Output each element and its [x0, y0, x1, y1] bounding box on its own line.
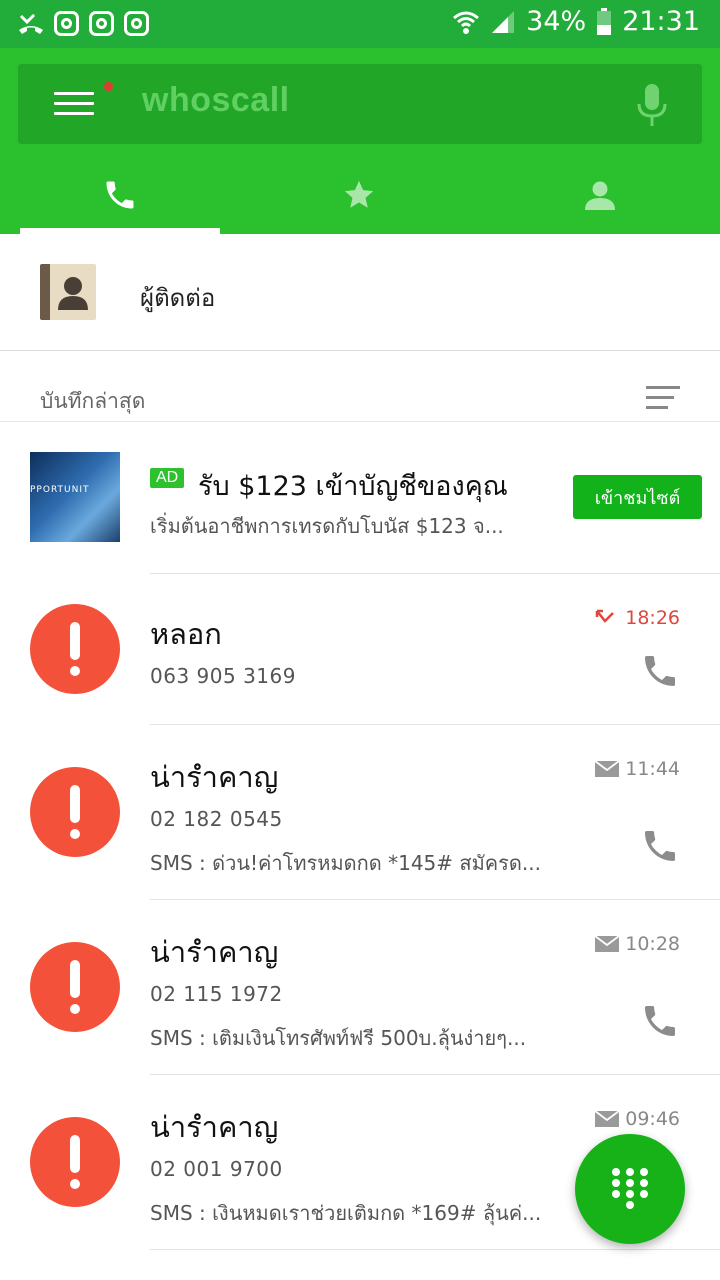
dialpad-icon: [612, 1168, 648, 1210]
warning-avatar: [30, 767, 120, 857]
contacts-entry[interactable]: ผู้ติดต่อ: [0, 234, 720, 351]
sms-icon: [595, 1111, 620, 1127]
instagram-icon: [54, 10, 79, 36]
caller-label: หลอก: [150, 617, 222, 651]
call-time: 18:26: [595, 607, 680, 629]
phone-number: 02 001 9700: [150, 1157, 283, 1181]
call-time: 11:44: [595, 758, 680, 780]
recent-header: บันทึกล่าสุด: [0, 352, 720, 422]
ad-description: เริ่มต้นอาชีพการเทรดกับโบนัส $123 จ...: [150, 514, 504, 538]
menu-icon[interactable]: [54, 92, 94, 116]
battery-icon: [597, 7, 612, 35]
battery-percent: 34%: [526, 6, 587, 37]
dialpad-button[interactable]: [575, 1134, 685, 1244]
status-bar: 34% 21:31: [0, 0, 720, 48]
search-placeholder[interactable]: whoscall: [142, 81, 290, 120]
tab-calls[interactable]: [20, 156, 220, 234]
app-bar: whoscall: [0, 48, 720, 234]
warning-avatar: [30, 604, 120, 694]
warning-avatar: [30, 942, 120, 1032]
caller-label: น่ารำคาญ: [150, 1110, 279, 1144]
sms-preview: SMS : ด่วน!ค่าโทรหมดกด *145# สมัครด...: [150, 851, 541, 875]
search-bar[interactable]: whoscall: [18, 64, 702, 144]
ad-row[interactable]: PPORTUNIT AD รับ $123 เข้าบัญชีของคุณ เร…: [0, 422, 720, 573]
person-tab-icon: [585, 181, 615, 210]
recent-title: บันทึกล่าสุด: [40, 389, 146, 413]
call-time: 10:28: [595, 933, 680, 955]
sms-icon: [595, 761, 620, 777]
notification-dot: [104, 82, 113, 91]
call-time-text: 11:44: [625, 758, 680, 780]
call-row[interactable]: หลอก 063 905 3169 18:26: [0, 573, 720, 724]
sms-icon: [595, 936, 620, 952]
address-book-icon: [40, 264, 96, 320]
tab-contacts[interactable]: [500, 156, 700, 234]
contacts-label: ผู้ติดต่อ: [140, 284, 216, 312]
phone-number: 063 905 3169: [150, 664, 296, 688]
instagram-icon: [89, 10, 114, 36]
sms-preview: SMS : เติมเงินโทรศัพท์ฟรี 500บ.ลุ้นง่ายๆ…: [150, 1026, 527, 1050]
tab-bar: [0, 156, 720, 234]
signal-icon: [492, 10, 515, 33]
sort-icon[interactable]: [646, 386, 680, 416]
instagram-icon: [124, 10, 149, 36]
ad-image: PPORTUNIT: [30, 452, 120, 542]
missed-call-icon: [595, 609, 615, 623]
tab-favorites[interactable]: [259, 156, 459, 234]
sms-preview: SMS : เงินหมดเราช่วยเติมกด *169# ลุ้นค่.…: [150, 1201, 542, 1225]
phone-call-icon[interactable]: [640, 1001, 680, 1041]
star-tab-icon: [344, 180, 374, 208]
ad-badge: AD: [150, 468, 185, 488]
call-time-text: 10:28: [625, 933, 680, 955]
phone-number: 02 115 1972: [150, 982, 283, 1006]
phone-number: 02 182 0545: [150, 807, 283, 831]
call-time-text: 18:26: [625, 607, 680, 629]
warning-avatar: [30, 1117, 120, 1207]
wifi-icon: [453, 11, 480, 34]
mic-icon[interactable]: [636, 84, 668, 126]
phone-tab-icon: [106, 181, 134, 209]
call-time-text: 09:46: [625, 1108, 680, 1130]
call-row[interactable]: น่ารำคาญ 02 115 1972 SMS : เติมเงินโทรศั…: [0, 899, 720, 1074]
ad-image-text: PPORTUNIT: [30, 485, 90, 495]
call-time: 09:46: [595, 1108, 680, 1130]
caller-label: น่ารำคาญ: [150, 760, 279, 794]
clock: 21:31: [622, 6, 700, 37]
call-row[interactable]: น่ารำคาญ 02 182 0545 SMS : ด่วน!ค่าโทรหม…: [0, 724, 720, 899]
visit-site-button[interactable]: เข้าชมไซต์: [573, 475, 702, 519]
ad-title: รับ $123 เข้าบัญชีของคุณ: [198, 471, 508, 502]
phone-call-icon[interactable]: [640, 826, 680, 866]
phone-call-icon[interactable]: [640, 651, 680, 691]
caller-label: น่ารำคาญ: [150, 935, 279, 969]
missed-call-status-icon: [19, 14, 43, 34]
